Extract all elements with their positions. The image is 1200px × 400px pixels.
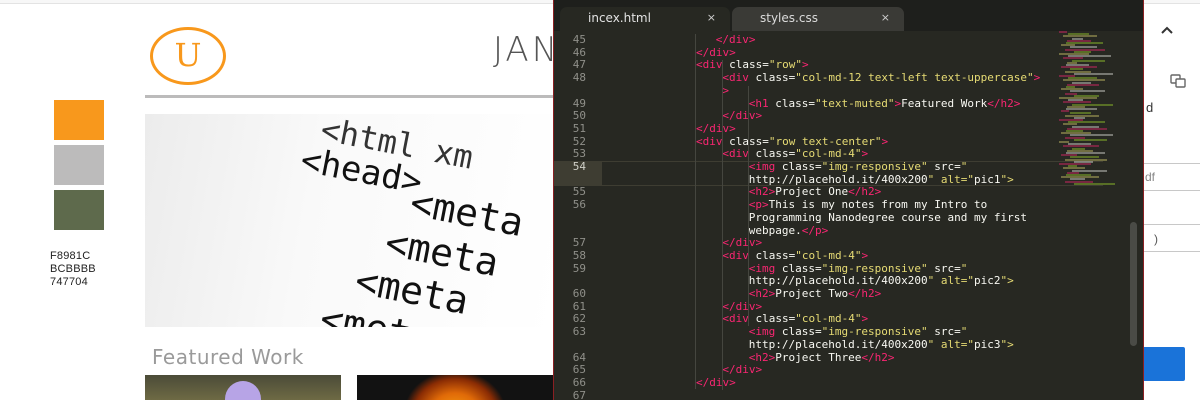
minimap[interactable] [1059,31,1119,191]
logo-letter: U [174,36,202,74]
side-panel-text: d [1146,100,1154,115]
hero-image: <html xm <head> <meta <meta <meta <meta [145,114,555,327]
line-number: 56 [572,198,586,212]
line-number: 59 [572,261,586,275]
line-number: 50 [572,109,586,123]
site-logo[interactable]: U [150,27,226,85]
line-number: 51 [572,121,586,135]
line-number: 67 [572,388,586,400]
editor-scrollbar[interactable] [1130,222,1137,346]
chevron-up-icon[interactable] [1160,22,1174,34]
featured-work-heading: Featured Work [152,345,304,369]
line-number: 54 [572,160,586,173]
code-line: </div> [696,375,736,389]
line-number: 58 [572,248,586,262]
side-panel-button[interactable] [1141,347,1185,381]
tab-label: styles.css [760,11,818,25]
project-thumbnail[interactable] [145,375,341,400]
color-swatch-olive [54,190,104,230]
color-swatch-grey [54,145,104,185]
line-number-gutter: 45 46 47 48 49 50 51 52 53 54 55 56 57 58 59 60 61 62 63 64… [554,31,600,400]
hex-code: BCBBBB [50,263,96,275]
hex-code: F8981C [50,250,91,262]
close-icon[interactable]: × [881,7,890,29]
hex-code: 747704 [50,276,88,288]
tab-index-html[interactable]: incex.html × [560,7,730,31]
line-number: 63 [572,325,586,339]
line-number: 57 [572,236,586,250]
tab-styles-css[interactable]: styles.css × [732,7,904,31]
line-number: 65 [572,363,586,377]
code-line: <h2>Project Two</h2> [748,287,882,300]
header-divider [145,95,555,98]
side-panel-select[interactable]: ) [1141,224,1200,252]
tab-label: incex.html [588,11,651,25]
code-line: <h1 class="text-muted">Featured Work</h2… [748,96,1021,110]
editor-tab-bar: incex.html × styles.css × [554,0,1143,31]
close-icon[interactable]: × [707,7,716,29]
line-number: 66 [572,375,586,389]
code-line: <div class="col-md-12 text-left text-upp… [722,71,1041,85]
line-number: 60 [572,287,586,300]
line-number: 45 [572,33,586,46]
side-panel-input[interactable]: df [1141,163,1200,191]
site-name: JAN [493,30,561,70]
code-editor-window: incex.html × styles.css × 45 46 47 48 49 50 51… [553,0,1144,400]
code-line: > [722,83,730,97]
hex-code-list: F8981C BCBBBB 747704 [50,250,96,289]
project-thumbnail[interactable] [357,375,553,400]
code-line: <h2>Project Three</h2> [748,350,895,364]
line-number: 48 [572,71,586,85]
translate-icon[interactable] [1170,73,1186,92]
color-swatch-orange [54,100,104,140]
